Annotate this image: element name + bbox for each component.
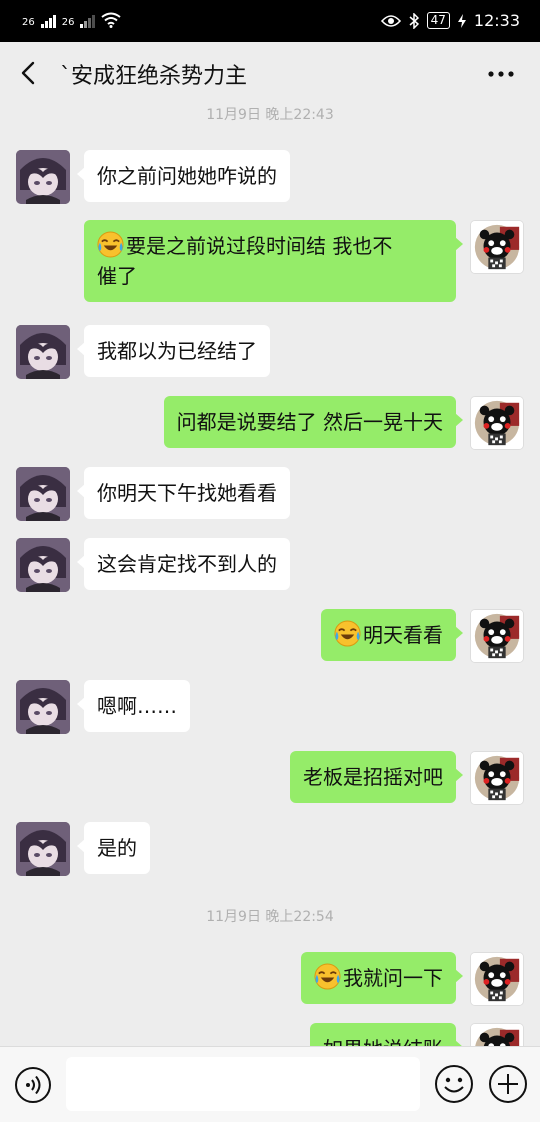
- sim2-label: 26: [61, 17, 75, 28]
- my-avatar[interactable]: [470, 396, 524, 450]
- sent-message[interactable]: 问都是说要结了 然后一晃十天: [163, 396, 464, 448]
- status-bar: 26 26 47 12:33: [0, 0, 540, 42]
- sent-message[interactable]: 明天看看: [321, 609, 463, 661]
- back-arrow-icon[interactable]: [14, 58, 44, 88]
- contact-avatar[interactable]: [16, 150, 70, 204]
- signal-indicators: 26 26: [22, 10, 122, 28]
- wifi-icon: [101, 12, 122, 28]
- my-avatar[interactable]: [470, 609, 524, 663]
- signal-icon: [80, 10, 96, 28]
- contact-avatar[interactable]: [16, 325, 70, 379]
- message-text: 明天看看: [363, 623, 443, 647]
- message-text: 要是之前说过段时间结 我也不: [126, 234, 393, 258]
- sent-message[interactable]: 我就问一下: [301, 952, 463, 1004]
- clock-time: 12:33: [473, 11, 520, 30]
- received-message[interactable]: 这会肯定找不到人的: [77, 538, 290, 590]
- battery-level: 47: [426, 12, 450, 29]
- my-avatar[interactable]: [470, 220, 524, 274]
- contact-avatar[interactable]: [16, 467, 70, 521]
- charging-icon: [457, 13, 466, 28]
- my-avatar[interactable]: [470, 751, 524, 805]
- message-text: 催了: [97, 264, 137, 288]
- sent-message[interactable]: 如果她说结账: [310, 1023, 463, 1046]
- contact-avatar[interactable]: [16, 538, 70, 592]
- laugh-cry-emoji-icon: [97, 231, 124, 258]
- message-input[interactable]: [66, 1057, 420, 1111]
- status-right: 47 12:33: [380, 11, 520, 30]
- my-avatar[interactable]: [470, 1023, 524, 1046]
- my-avatar[interactable]: [470, 952, 524, 1006]
- voice-input-icon[interactable]: [14, 1066, 52, 1104]
- signal-icon: [40, 10, 56, 28]
- more-options-icon[interactable]: [486, 62, 516, 86]
- received-message[interactable]: 你之前问她她咋说的: [77, 150, 290, 202]
- input-bar: [0, 1046, 540, 1122]
- sent-message[interactable]: 要是之前说过段时间结 我也不 催了: [84, 220, 463, 302]
- received-message[interactable]: 是的: [77, 822, 150, 874]
- contact-avatar[interactable]: [16, 680, 70, 734]
- chat-title: ˋ安成狂绝杀势力主: [60, 64, 248, 89]
- laugh-cry-emoji-icon: [314, 963, 341, 990]
- message-text: 我就问一下: [343, 966, 443, 990]
- plus-icon[interactable]: [488, 1064, 528, 1104]
- bluetooth-icon: [409, 12, 419, 29]
- received-message[interactable]: 嗯啊……: [77, 680, 190, 732]
- contact-avatar[interactable]: [16, 822, 70, 876]
- received-message[interactable]: 你明天下午找她看看: [77, 467, 290, 519]
- sent-message[interactable]: 老板是招摇对吧: [290, 751, 463, 803]
- emoji-icon[interactable]: [434, 1064, 474, 1104]
- sim1-label: 26: [22, 17, 35, 28]
- laugh-cry-emoji-icon: [334, 620, 361, 647]
- timestamp: 11月9日 晚上22:54: [206, 909, 334, 925]
- timestamp: 11月9日 晚上22:43: [206, 107, 334, 123]
- message-list[interactable]: 11月9日 晚上22:43 你之前问她她咋说的 要是之前说过段时间结 我也不 催…: [0, 96, 540, 1046]
- received-message[interactable]: 我都以为已经结了: [77, 325, 270, 377]
- eye-icon: [380, 14, 401, 27]
